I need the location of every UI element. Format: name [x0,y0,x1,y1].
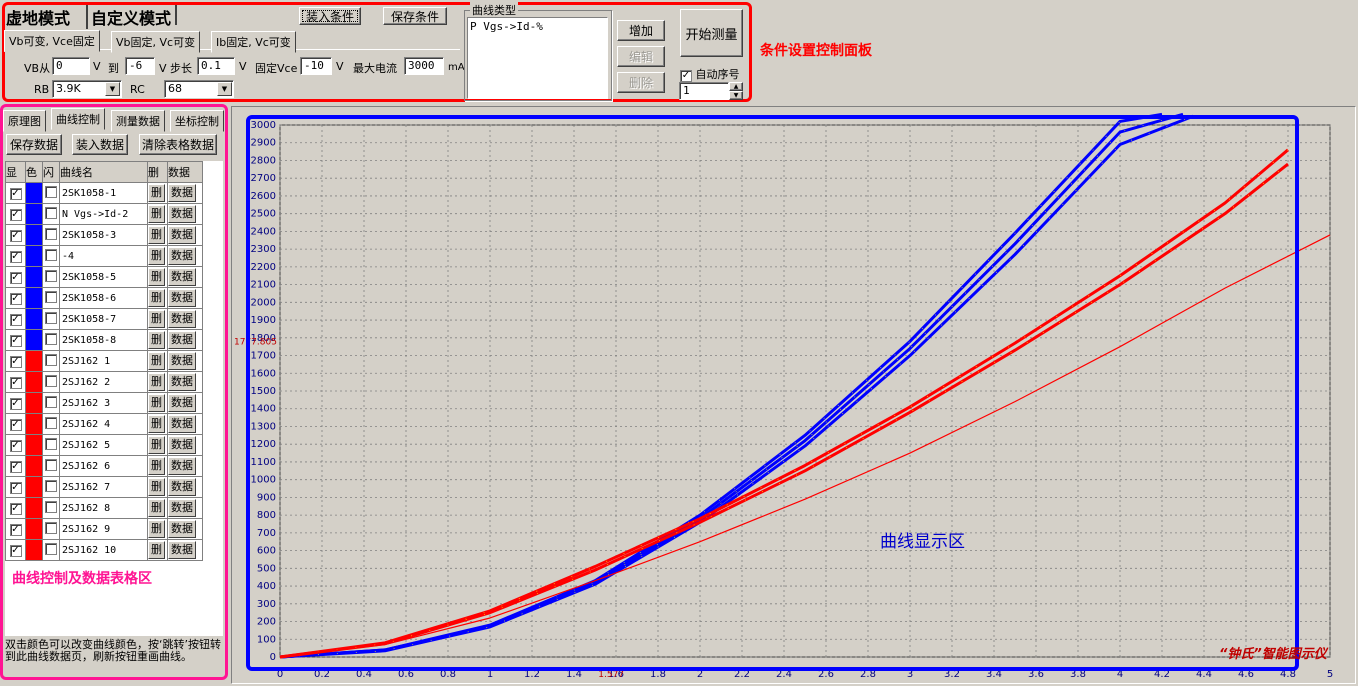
left-tab-curve-control[interactable]: 曲线控制 [51,108,105,130]
unit-v-2: V [239,60,247,73]
step-input[interactable]: 0.1 [197,57,235,75]
max-current-input[interactable]: 3000 [404,57,444,75]
curve-control-highlight [0,104,228,680]
curve-type-title: 曲线类型 [470,2,518,18]
condition-panel-annotation: 条件设置控制面板 [760,43,872,59]
to-label: 到 [108,62,119,75]
spin-up-icon[interactable]: ▲ [729,82,743,91]
tab-ib-fixed[interactable]: Ib固定, Vc可变 [211,31,296,53]
chevron-down-icon[interactable]: ▼ [105,82,120,96]
unit-ma: mA [448,62,465,73]
vb-from-label: VB从 [24,62,51,75]
brand-label: “钟氏”智能图示仪 [1219,647,1327,662]
load-conditions-button[interactable]: 装入条件 [299,7,361,25]
rb-label: RB [34,83,50,96]
checkbox-checked-icon[interactable]: ✓ [680,70,692,82]
rc-value: 68 [168,82,182,95]
cursor-x-readout: 1.577 [598,670,624,680]
fixed-vce-input[interactable]: -10 [300,57,332,75]
fixed-vce-label: 固定Vce [255,62,298,75]
tab-vb-variable[interactable]: Vb可变, Vce固定 [4,30,100,52]
add-curve-button[interactable]: 增加 [617,20,665,41]
mode-tab-custom[interactable]: 自定义模式 [86,5,171,29]
start-measure-button[interactable]: 开始测量 [680,9,743,57]
rb-select[interactable]: 3.9K ▼ [52,80,122,98]
rc-select[interactable]: 68 ▼ [164,80,234,98]
seq-spinner[interactable]: ▲ ▼ [729,82,743,100]
x-tick-label: 5 [1327,669,1333,680]
step-label: V 步长 [159,62,193,75]
mode-divider [175,5,177,25]
display-area-annotation: 曲线显示区 [880,532,965,552]
curve-type-list[interactable]: P Vgs->Id-% [467,17,608,99]
unit-v-1: V [93,60,101,73]
auto-seq-label: 自动序号 [695,68,740,81]
edit-curve-button[interactable]: 编辑 [617,46,665,67]
vb-to-input[interactable]: -6 [125,57,155,75]
display-area-highlight [246,115,1299,671]
save-conditions-button[interactable]: 保存条件 [383,7,447,25]
delete-curve-button[interactable]: 删除 [617,72,665,93]
vb-from-input[interactable]: 0 [52,57,90,75]
seq-number-input[interactable]: 1 [679,82,729,100]
unit-v-3: V [336,60,344,73]
mode-tab-virtual[interactable]: 虚地模式 [6,5,70,29]
spin-down-icon[interactable]: ▼ [729,91,743,100]
chevron-down-icon[interactable]: ▼ [217,82,232,96]
max-current-label: 最大电流 [353,62,397,75]
rc-label: RC [130,83,145,96]
auto-seq-checkbox[interactable]: ✓ 自动序号 [680,66,740,82]
rb-value: 3.9K [56,82,81,95]
tab-vb-fixed[interactable]: Vb固定, Vc可变 [111,31,201,53]
